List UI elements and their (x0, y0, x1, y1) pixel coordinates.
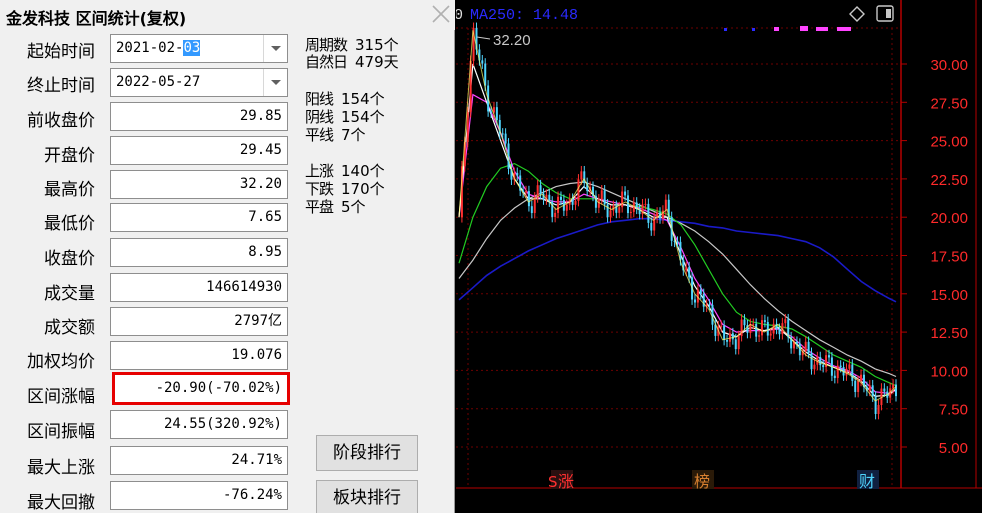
end-time-label: 终止时间 (27, 76, 95, 96)
high-price-label: 最高价 (44, 180, 95, 200)
yin-lines-label: 阴线 (305, 108, 334, 126)
start-time-label: 起始时间 (27, 42, 95, 62)
low-price-label: 最低价 (44, 214, 95, 234)
y-tick-label: 12.50 (930, 325, 968, 342)
finance-tag[interactable]: 财 (859, 472, 875, 491)
turnover-field: 2797亿 (110, 307, 288, 336)
close-icon[interactable] (430, 3, 452, 25)
range-amplitude-field: 24.55(320.92%) (110, 410, 288, 439)
start-time-value: 2021-02- (116, 40, 184, 56)
dialog-titlebar: 金发科技 区间统计(复权) (0, 0, 455, 30)
up-days-label: 上涨 (305, 162, 334, 180)
y-tick-label: 7.50 (939, 402, 968, 419)
dialog-title: 金发科技 区间统计(复权) (6, 9, 187, 28)
weighted-avg-label: 加权均价 (27, 352, 95, 372)
y-tick-label: 30.00 (930, 57, 968, 74)
flat-days-stat: 平盘 5个 (305, 198, 366, 216)
chart-background (456, 0, 982, 513)
down-days-stat: 下跌 170个 (305, 180, 385, 198)
y-tick-label: 27.50 (930, 95, 968, 112)
up-tag-prefix: S (548, 473, 558, 491)
range-amplitude-label: 区间振幅 (27, 422, 95, 442)
prev-close-field: 29.85 (110, 102, 288, 131)
up-days-value: 140个 (341, 162, 385, 180)
chevron-down-icon[interactable] (263, 35, 287, 62)
max-rise-label: 最大上涨 (27, 458, 95, 478)
close-price-field: 8.95 (110, 238, 288, 267)
open-price-field: 29.45 (110, 136, 288, 165)
yang-lines-value: 154个 (341, 90, 385, 108)
flat-lines-value: 7个 (341, 126, 366, 144)
y-tick-label: 17.50 (930, 249, 968, 266)
turnover-label: 成交额 (44, 318, 95, 338)
header-prefix: 0 (456, 7, 463, 24)
candle (472, 22, 475, 67)
close-price-label: 收盘价 (44, 249, 95, 269)
y-tick-label: 25.00 (930, 134, 968, 151)
y-tick-label: 15.00 (930, 287, 968, 304)
low-price-field: 7.65 (110, 203, 288, 232)
start-time-selected-part: 03 (183, 40, 201, 56)
y-tick-label: 10.00 (930, 363, 968, 380)
max-drawdown-field: -76.24% (110, 481, 288, 510)
natural-days-label: 自然日 (305, 53, 348, 71)
max-rise-field: 24.71% (110, 446, 288, 475)
stage-rank-button[interactable]: 阶段排行 (316, 435, 418, 471)
high-price-field: 32.20 (110, 170, 288, 199)
volume-field: 146614930 (110, 273, 288, 302)
period-count-value: 315个 (355, 36, 399, 54)
natural-days-stat: 自然日 479天 (305, 53, 399, 71)
flat-lines-label: 平线 (305, 126, 334, 144)
chevron-down-icon[interactable] (263, 69, 287, 96)
y-tick-label: 5.00 (939, 440, 968, 457)
open-price-label: 开盘价 (44, 146, 95, 166)
range-change-label: 区间涨幅 (27, 387, 95, 407)
prev-close-label: 前收盘价 (27, 111, 95, 131)
range-statistics-dialog: 金发科技 区间统计(复权) 起始时间 2021-02-03 终止时间 2022-… (0, 0, 455, 513)
weighted-avg-field: 19.076 (110, 341, 288, 370)
start-time-select[interactable]: 2021-02-03 (110, 34, 288, 63)
end-time-select[interactable]: 2022-05-27 (110, 68, 288, 97)
y-tick-label: 22.50 (930, 172, 968, 189)
kline-chart[interactable]: 30.00 27.50 25.00 22.50 20.00 17.50 15.00 12.50… (456, 0, 982, 513)
down-days-label: 下跌 (305, 180, 334, 198)
yang-lines-stat: 阳线 154个 (305, 90, 385, 108)
period-count-stat: 周期数 315个 (305, 36, 399, 54)
high-price-marker-label: 32.20 (493, 32, 531, 49)
kline-chart-panel[interactable]: 30.00 27.50 25.00 22.50 20.00 17.50 15.00 12.50… (456, 0, 982, 513)
end-time-value: 2022-05-27 (116, 74, 201, 90)
up-days-stat: 上涨 140个 (305, 162, 385, 180)
yang-lines-label: 阳线 (305, 90, 334, 108)
sector-rank-button[interactable]: 板块排行 (316, 480, 418, 513)
yin-lines-value: 154个 (341, 108, 385, 126)
flat-days-label: 平盘 (305, 198, 334, 216)
period-count-label: 周期数 (305, 36, 348, 54)
natural-days-value: 479天 (355, 53, 399, 71)
range-change-field: -20.90(-70.02%) (112, 372, 290, 405)
flat-lines-stat: 平线 7个 (305, 126, 366, 144)
down-days-value: 170个 (341, 180, 385, 198)
max-drawdown-label: 最大回撤 (27, 493, 95, 513)
rank-tag[interactable]: 榜 (694, 472, 710, 491)
y-tick-label: 20.00 (930, 210, 968, 227)
ma250-header: MA250: 14.48 (470, 7, 578, 24)
up-tag[interactable]: 涨 (558, 472, 574, 491)
yin-lines-stat: 阴线 154个 (305, 108, 385, 126)
volume-label: 成交量 (44, 284, 95, 304)
flat-days-value: 5个 (341, 198, 366, 216)
